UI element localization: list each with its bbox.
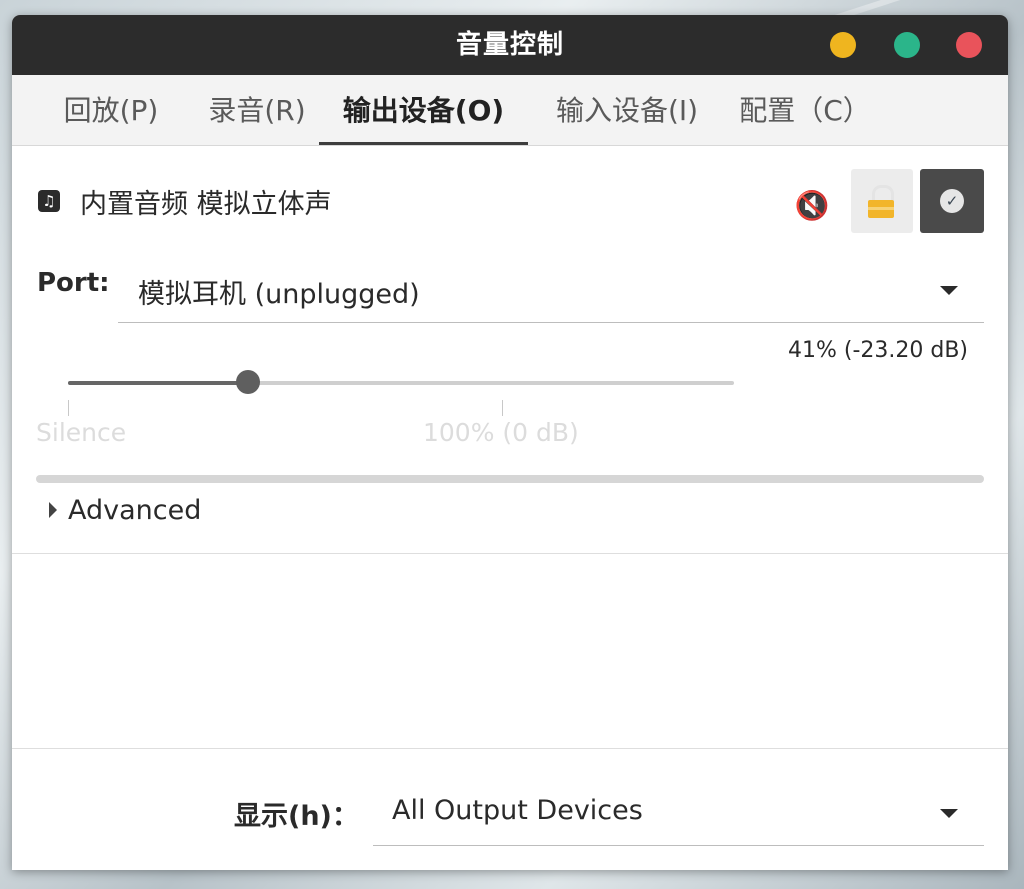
maximize-button[interactable]	[894, 32, 920, 58]
divider	[12, 553, 1008, 554]
tab-bar: 回放(P) 录音(R) 输出设备(O) 输入设备(I) 配置（C）	[12, 75, 1008, 146]
volume-control-window: 音量控制 回放(P) 录音(R) 输出设备(O) 输入设备(I) 配置（C） ♫…	[12, 15, 1008, 870]
expander-arrow-icon[interactable]	[49, 502, 57, 518]
silence-tick	[68, 400, 69, 416]
level-meter	[36, 475, 984, 483]
show-devices-value: All Output Devices	[392, 795, 643, 826]
music-note-icon: ♫	[38, 190, 60, 212]
volume-slider-handle[interactable]	[236, 370, 260, 394]
volume-slider[interactable]	[68, 370, 734, 394]
full-volume-label: 100% (0 dB)	[423, 418, 579, 447]
checkmark-icon: ✓	[940, 189, 964, 213]
tab-configuration[interactable]: 配置（C）	[730, 75, 880, 145]
set-default-button[interactable]: ✓	[920, 169, 984, 233]
tab-playback[interactable]: 回放(P)	[36, 75, 186, 145]
footer: 显示(h)： All Output Devices	[12, 748, 1008, 870]
full-volume-tick	[502, 400, 503, 416]
window-title: 音量控制	[455, 30, 564, 60]
chevron-down-icon	[940, 286, 958, 295]
title-bar[interactable]: 音量控制	[12, 15, 1008, 75]
chevron-down-icon	[940, 809, 958, 818]
show-devices-dropdown[interactable]: All Output Devices	[373, 773, 984, 846]
speaker-muted-icon[interactable]: 🔇	[792, 186, 832, 226]
lock-channels-button[interactable]	[851, 169, 913, 233]
volume-readout: 41% (-23.20 dB)	[787, 338, 968, 363]
silence-label: Silence	[36, 418, 127, 447]
tab-output-devices[interactable]: 输出设备(O)	[319, 75, 528, 145]
tab-recording[interactable]: 录音(R)	[182, 75, 332, 145]
lock-body	[868, 200, 894, 218]
device-name: 内置音频 模拟立体声	[80, 189, 332, 220]
port-dropdown[interactable]: 模拟耳机 (unplugged)	[118, 252, 984, 323]
show-label: 显示(h)：	[234, 801, 359, 832]
port-value: 模拟耳机 (unplugged)	[138, 279, 420, 310]
volume-slider-fill	[68, 381, 248, 385]
port-label: Port:	[37, 268, 110, 298]
close-button[interactable]	[956, 32, 982, 58]
output-device-panel: ♫ 内置音频 模拟立体声 🔇 ✓ Port: 模拟耳机 (unplugged) …	[12, 146, 1008, 748]
tab-input-devices[interactable]: 输入设备(I)	[537, 75, 717, 145]
minimize-button[interactable]	[830, 32, 856, 58]
advanced-expander[interactable]: Advanced	[68, 495, 201, 526]
